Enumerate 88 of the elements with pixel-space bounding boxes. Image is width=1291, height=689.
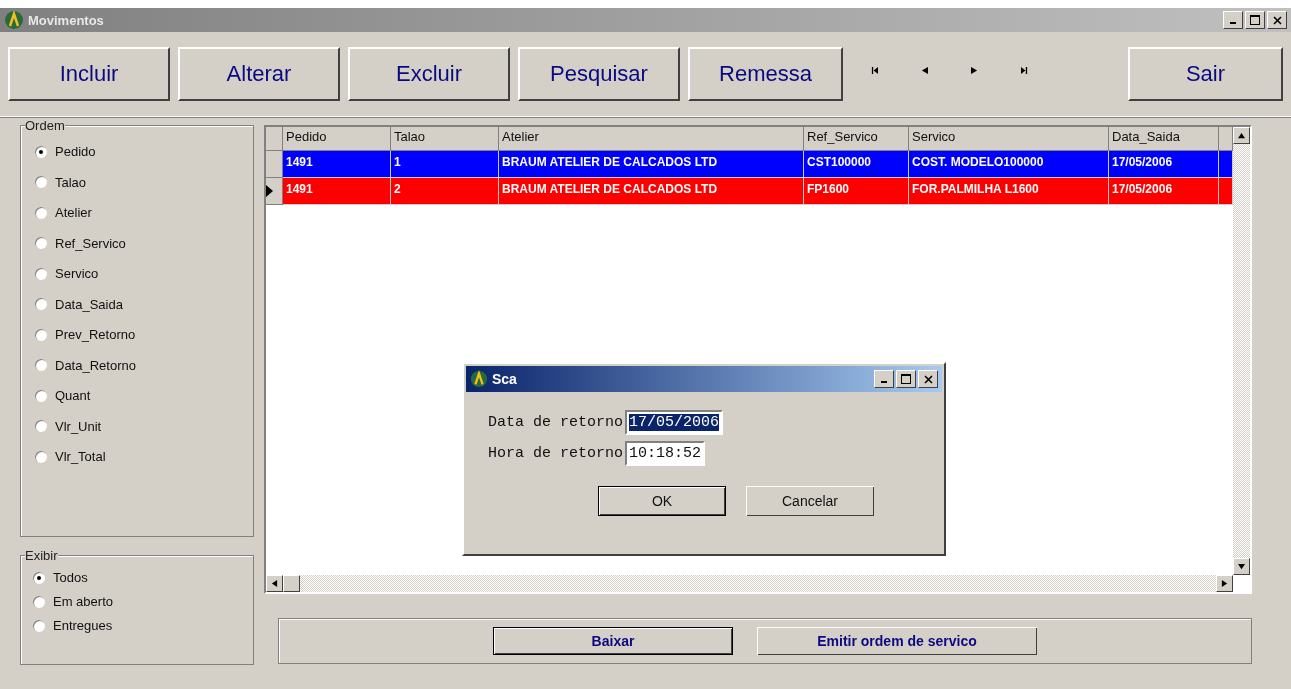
radio-label: Pedido <box>55 144 96 159</box>
column-header[interactable]: Atelier <box>499 127 804 151</box>
radio-label: Data_Retorno <box>55 357 136 373</box>
dialog-button[interactable]: OK <box>598 486 726 516</box>
radio-button[interactable] <box>35 206 47 219</box>
horizontal-scrollbar[interactable] <box>266 575 1233 592</box>
table-cell: BRAUM ATELIER DE CALCADOS LTD <box>499 178 804 205</box>
table-cell: FOR.PALMILHA L1600 <box>909 178 1109 205</box>
radio-button[interactable] <box>35 237 47 249</box>
radio-label: Todos <box>53 570 88 585</box>
table-cell: 1491 <box>283 151 391 178</box>
radio-label: Vlr_Total <box>55 449 106 464</box>
radio-button[interactable] <box>35 359 47 371</box>
group-title: Ordem <box>25 118 65 133</box>
table-cell: FP1600 <box>804 178 909 205</box>
column-header[interactable]: Pedido <box>283 127 391 151</box>
exit-button[interactable]: Sair <box>1128 47 1283 101</box>
group-title: Exibir <box>25 548 58 563</box>
toolbar-button[interactable]: Remessa <box>688 47 843 101</box>
radio-button[interactable] <box>35 176 47 188</box>
radio-button[interactable] <box>33 619 45 632</box>
field-label: Hora de retorno <box>488 445 624 462</box>
radio-label: Data_Saida <box>55 296 123 312</box>
radio-button[interactable] <box>35 328 47 341</box>
maximize-button[interactable] <box>1245 11 1265 29</box>
table-cell: BRAUM ATELIER DE CALCADOS LTD <box>499 151 804 178</box>
scroll-down-icon <box>1238 563 1245 570</box>
scroll-up-icon <box>1238 132 1245 139</box>
app-logo-icon <box>470 370 488 388</box>
radio-button[interactable] <box>35 267 47 280</box>
radio-label: Prev_Retorno <box>55 327 136 342</box>
radio-button[interactable] <box>35 389 47 402</box>
radio-label: Em aberto <box>53 594 113 609</box>
radio-button[interactable] <box>33 571 45 584</box>
radio-label: Quant <box>55 388 91 403</box>
close-icon <box>923 374 933 384</box>
table-cell: 2 <box>391 178 499 205</box>
column-header[interactable]: Servico <box>909 127 1109 151</box>
radio-label: Servico <box>55 266 99 281</box>
maximize-icon <box>1250 15 1260 25</box>
toolbar-button[interactable]: Alterar <box>178 47 340 101</box>
close-button[interactable] <box>1267 11 1287 29</box>
radio-label: Atelier <box>55 205 92 220</box>
close-icon <box>1272 15 1282 25</box>
window-title: Movimentos <box>28 12 104 28</box>
minimize-button[interactable] <box>1223 11 1243 29</box>
field-label: Data de retorno <box>488 414 624 431</box>
radio-button[interactable] <box>35 298 47 310</box>
column-header[interactable]: Data_Saida <box>1109 127 1219 151</box>
minimize-button[interactable] <box>874 370 894 388</box>
table-cell: 1 <box>391 151 499 178</box>
scroll-thumb[interactable] <box>283 575 300 592</box>
input-field[interactable]: 10:18:52 <box>625 441 706 466</box>
action-button[interactable]: Emitir ordem de servico <box>757 627 1037 655</box>
radio-label: Entregues <box>53 618 113 633</box>
radio-button[interactable] <box>35 145 47 158</box>
radio-button[interactable] <box>35 450 47 463</box>
toolbar-button[interactable]: Incluir <box>8 47 170 101</box>
scroll-left-icon <box>271 580 278 587</box>
app-logo-icon <box>4 10 24 30</box>
table-cell <box>1219 178 1233 205</box>
table-cell: 17/05/2006 <box>1109 151 1219 178</box>
maximize-button[interactable] <box>896 370 916 388</box>
table-cell: 1491 <box>283 178 391 205</box>
table-cell <box>1219 151 1233 178</box>
table-cell: CST100000 <box>804 151 909 178</box>
radio-label: Vlr_Unit <box>55 418 102 434</box>
action-button[interactable]: Baixar <box>493 627 733 655</box>
column-header[interactable]: Talao <box>391 127 499 151</box>
dialog-title: Sca <box>492 371 517 387</box>
toolbar-button[interactable]: Excluir <box>348 47 510 101</box>
current-row-icon <box>266 185 273 197</box>
radio-button[interactable] <box>35 420 47 432</box>
close-button[interactable] <box>918 370 938 388</box>
radio-label: Talao <box>55 174 87 190</box>
radio-label: Ref_Servico <box>55 235 126 251</box>
input-field[interactable]: 17/05/2006 <box>625 410 724 435</box>
table-cell: 17/05/2006 <box>1109 178 1219 205</box>
toolbar-button[interactable]: Pesquisar <box>518 47 680 101</box>
scroll-right-icon <box>1221 580 1228 587</box>
radio-button[interactable] <box>33 595 45 608</box>
maximize-icon <box>901 374 911 384</box>
dialog-button[interactable]: Cancelar <box>746 486 874 516</box>
row-indicator[interactable] <box>266 178 283 205</box>
column-header[interactable]: Ref_Servico <box>804 127 909 151</box>
column-header[interactable] <box>1219 127 1233 151</box>
table-cell: COST. MODELO100000 <box>909 151 1109 178</box>
vertical-scrollbar[interactable] <box>1233 127 1250 575</box>
